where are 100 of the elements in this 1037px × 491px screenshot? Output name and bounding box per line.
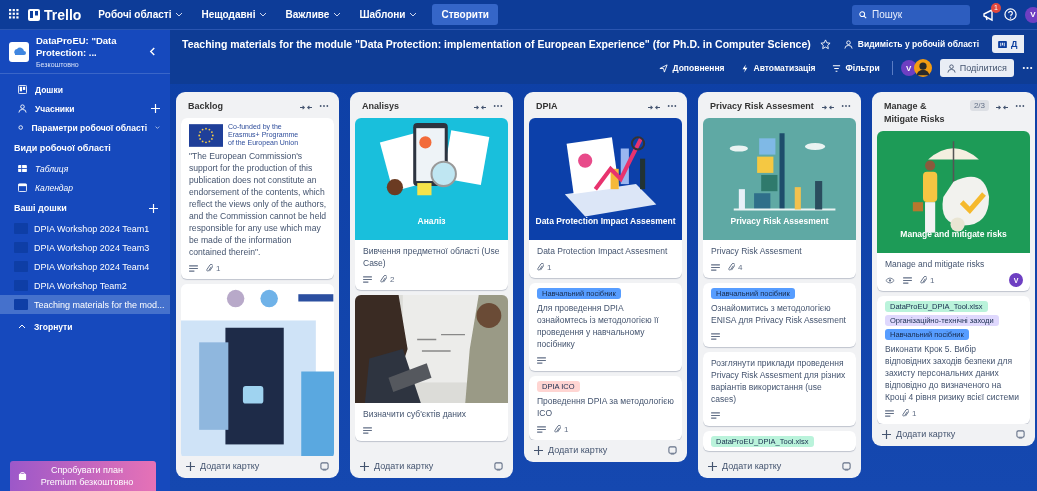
collapse-icon[interactable] [474,104,486,111]
flag-icon [189,123,223,147]
template-icon[interactable] [842,461,851,471]
menu-dropdown[interactable]: Шаблони [356,5,421,24]
attachment-count: 1 [920,275,935,285]
more-icon[interactable] [1022,66,1033,70]
sidebar-item[interactable]: Учасники [35,103,75,114]
send-icon [658,63,668,73]
collapse-icon[interactable] [996,104,1008,111]
card[interactable]: Аналіз Вивчення предметної області (Use Case) 2 [355,118,508,290]
more-icon[interactable] [841,104,851,108]
plus-icon [882,429,891,439]
create-button[interactable]: Створити [432,4,498,25]
list-title[interactable]: Privacy Risk Assesment [710,100,815,113]
card-title: Визначити суб'єктів даних [363,408,467,420]
add-card-button[interactable]: Додати картку [360,461,434,471]
cover-caption: Аналіз [416,216,447,226]
collapse-icon[interactable] [300,104,312,111]
plus-icon[interactable] [151,104,160,113]
board-link[interactable]: DPIA Workshop 2024 Team3 [0,238,170,257]
trello-logo-icon [28,8,40,21]
help-icon[interactable] [1004,8,1017,21]
menu-dropdown[interactable]: Важливе [282,5,345,24]
chevron-up-icon[interactable] [18,324,26,329]
card[interactable] [877,296,1030,424]
board-link[interactable]: DPIA Workshop Team2 [0,276,170,295]
chevron-down-icon [259,12,268,17]
sidebar-item[interactable]: Параметри робочої області [31,122,148,133]
chevron-down-icon [175,12,184,17]
section-heading: Види робочої області [14,143,111,153]
board-action-button[interactable]: Автоматизація [736,60,820,76]
add-card-button[interactable]: Додати картку [534,445,608,455]
menu-dropdown[interactable]: Робочі області [95,5,187,24]
list-title[interactable]: Backlog [188,100,293,113]
plus-icon [360,461,369,471]
briefcase-icon [18,471,27,481]
share-button[interactable]: Поділитися [939,59,1014,77]
paperclip-icon [554,424,561,434]
chevron-down-icon[interactable] [155,125,160,130]
card-title: Проведення DPIA за методологією ICO [537,395,675,419]
paperclip-icon [206,263,213,273]
template-icon[interactable] [1016,429,1025,439]
board-title[interactable]: Teaching materials for the module "Data Protection: implementation of European Experience" (for Ph.D. in Computer Science) [182,38,811,50]
card-title: Для проведення DPIA ознайомтесь із методологією її проведення у навчальному посібнику [537,302,660,350]
attachment-count: 2 [380,274,395,284]
logo-text[interactable]: Trello [44,6,82,23]
sidebar-item[interactable]: Таблиця [35,163,69,174]
member-avatar[interactable] [913,59,932,77]
collapse-link[interactable]: Згорнути [34,321,73,332]
collapse-icon[interactable] [822,104,834,111]
menu-dropdown[interactable]: Нещодавні [198,5,271,24]
card-title: Розглянути приклади проведення Privacy Risk Assesment для різних варіантів використання (use cases) [711,357,847,405]
add-card-button[interactable]: Додати картку [882,429,956,439]
member-avatar[interactable]: V [900,60,917,76]
lightning-icon [740,63,749,73]
collapse-icon[interactable] [648,104,660,111]
paperclip-icon [537,262,544,272]
user-avatar[interactable]: V [1025,6,1037,23]
table-icon [18,165,27,172]
more-icon[interactable] [319,104,329,108]
search-field[interactable]: Пошук [852,4,970,25]
list-title[interactable]: Manage & Mitigate Risks [884,100,963,126]
template-icon[interactable] [668,445,677,455]
card-title: Manage and mitigate risks [885,258,986,270]
paperclip-icon [728,262,735,272]
card-title: Вивчення предметної області (Use Case) [363,245,501,269]
plus-icon[interactable] [149,203,158,213]
app-grid-icon[interactable] [9,9,20,20]
sidebar-item[interactable]: Дошки [35,84,63,95]
collapse-sidebar-icon[interactable] [149,47,156,56]
megaphone-icon[interactable] [982,7,996,22]
template-icon[interactable] [320,461,329,471]
sidebar-item[interactable]: Календар [35,182,73,193]
card[interactable] [181,118,334,279]
add-card-button[interactable]: Додати картку [708,461,782,471]
card-title: Data Protection Impact Assesment [537,245,669,257]
board-link[interactable]: DPIA Workshop 2024 Team1 [0,219,170,238]
more-icon[interactable] [1015,104,1025,108]
visibility-button[interactable]: Видимість у робочій області [839,36,984,52]
board-action-button[interactable]: Доповнення [654,60,729,76]
list-title[interactable]: Analisys [362,100,467,113]
cover-caption: Privacy Risk Assesment [729,216,830,226]
more-icon[interactable] [493,104,503,108]
board-view-button[interactable]: Д [992,35,1024,53]
card[interactable]: Визначити суб'єктів даних [355,295,508,441]
paperclip-icon [920,275,927,285]
board-link[interactable]: DPIA Workshop 2024 Team4 [0,257,170,276]
person-icon [946,63,956,73]
list-title[interactable]: DPIA [536,100,641,113]
premium-trial-button[interactable]: Спробувати план Premium безкоштовно [10,461,156,491]
board-link[interactable]: Teaching materials for the mod... [0,295,170,314]
more-icon[interactable] [667,104,677,108]
template-icon[interactable] [494,461,503,471]
add-card-button[interactable]: Додати картку [186,461,260,471]
card[interactable]: Розглянути приклади проведення Privacy Risk Assesment для різних варіантів використання (use cases) [703,352,856,426]
star-icon[interactable] [819,38,831,50]
workspace-logo-icon [9,41,29,62]
card[interactable]: Privacy Risk Assesment Privacy Risk Assesment 4 [703,118,856,278]
card[interactable]: Data Protection Impact Assesment Data Protection Impact Assesment 1 [529,118,682,278]
board-action-button[interactable]: Фільтри [827,60,884,76]
